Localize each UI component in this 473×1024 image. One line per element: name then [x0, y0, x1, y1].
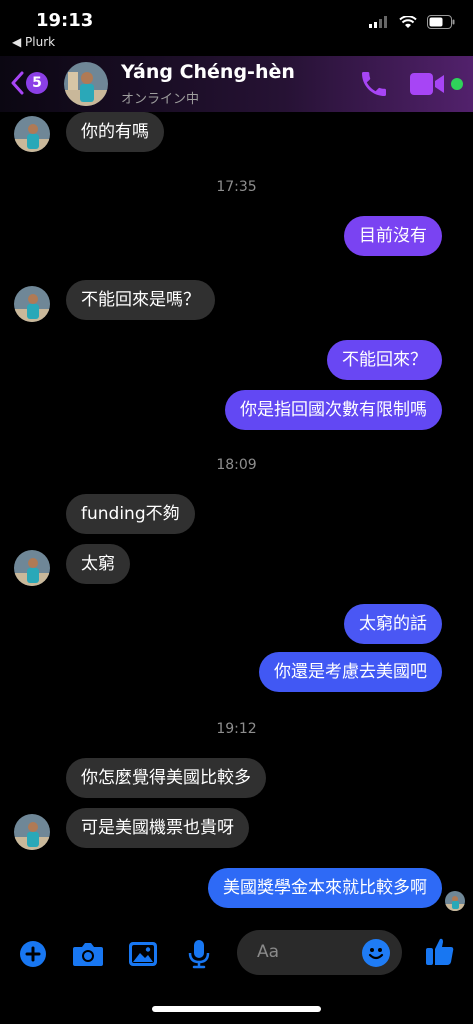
plus-icon	[20, 941, 46, 967]
video-call-button[interactable]	[410, 70, 446, 98]
emoji-button[interactable]	[362, 939, 390, 967]
timestamp: 18:09	[216, 457, 257, 473]
microphone-icon	[188, 940, 210, 969]
incoming-message[interactable]: 太窮	[66, 544, 130, 584]
online-status: オンライン中	[121, 92, 200, 107]
battery-icon	[427, 15, 455, 29]
message-input[interactable]: Aa	[237, 930, 402, 975]
timestamp: 19:12	[216, 721, 257, 737]
cellular-signal-icon	[369, 16, 387, 28]
back-button[interactable]: 5	[10, 69, 54, 97]
contact-name[interactable]: Yáng Chéng-hèn	[121, 61, 295, 83]
contact-avatar-small[interactable]	[14, 814, 50, 850]
outgoing-message[interactable]: 目前沒有	[344, 216, 442, 256]
home-indicator[interactable]	[152, 1006, 321, 1012]
camera-button[interactable]	[72, 938, 104, 970]
emoji-icon	[368, 948, 384, 960]
thumbs-up-icon	[426, 938, 454, 965]
incoming-message[interactable]: funding不夠	[66, 494, 195, 534]
contact-avatar-small[interactable]	[14, 116, 50, 152]
phone-icon	[362, 72, 386, 96]
outgoing-message[interactable]: 不能回來？	[327, 340, 442, 380]
voice-call-button[interactable]	[358, 68, 390, 100]
back-to-app-link[interactable]: ◀ Plurk	[12, 35, 55, 49]
gallery-button[interactable]	[127, 938, 159, 970]
video-camera-icon	[410, 73, 444, 95]
status-time: 19:13	[36, 10, 94, 31]
outgoing-message[interactable]: 你是指回國次數有限制嗎	[225, 390, 442, 430]
online-indicator	[451, 78, 463, 90]
image-icon	[129, 942, 157, 966]
message-list: 你的有嗎 17:35 目前沒有 不能回來是嗎？ 不能回來？ 你是指回國次數有限制…	[0, 112, 473, 922]
thumbs-up-button[interactable]	[424, 935, 456, 967]
outgoing-message[interactable]: 美國獎學金本來就比較多啊	[208, 868, 442, 908]
outgoing-message[interactable]: 太窮的話	[344, 604, 442, 644]
incoming-message[interactable]: 你怎麼覺得美國比較多	[66, 758, 266, 798]
read-receipt-avatar	[445, 891, 465, 911]
contact-avatar[interactable]	[64, 62, 108, 106]
conversation-header: 5 Yáng Chéng-hèn オンライン中	[0, 56, 473, 112]
contact-avatar-small[interactable]	[14, 286, 50, 322]
outgoing-message[interactable]: 你還是考慮去美國吧	[259, 652, 442, 692]
timestamp: 17:35	[216, 179, 257, 195]
chevron-left-icon	[11, 71, 24, 95]
incoming-message[interactable]: 可是美國機票也貴呀	[66, 808, 249, 848]
contact-avatar-small[interactable]	[14, 550, 50, 586]
camera-icon	[73, 943, 103, 966]
unread-count-badge: 5	[26, 72, 48, 94]
voice-message-button[interactable]	[183, 938, 215, 970]
status-bar: 19:13 ◀ Plurk	[0, 0, 473, 56]
message-input-placeholder: Aa	[257, 942, 280, 962]
incoming-message[interactable]: 不能回來是嗎？	[66, 280, 215, 320]
incoming-message[interactable]: 你的有嗎	[66, 112, 164, 152]
more-actions-button[interactable]	[17, 938, 49, 970]
status-icons	[369, 15, 455, 29]
wifi-icon	[399, 15, 417, 28]
